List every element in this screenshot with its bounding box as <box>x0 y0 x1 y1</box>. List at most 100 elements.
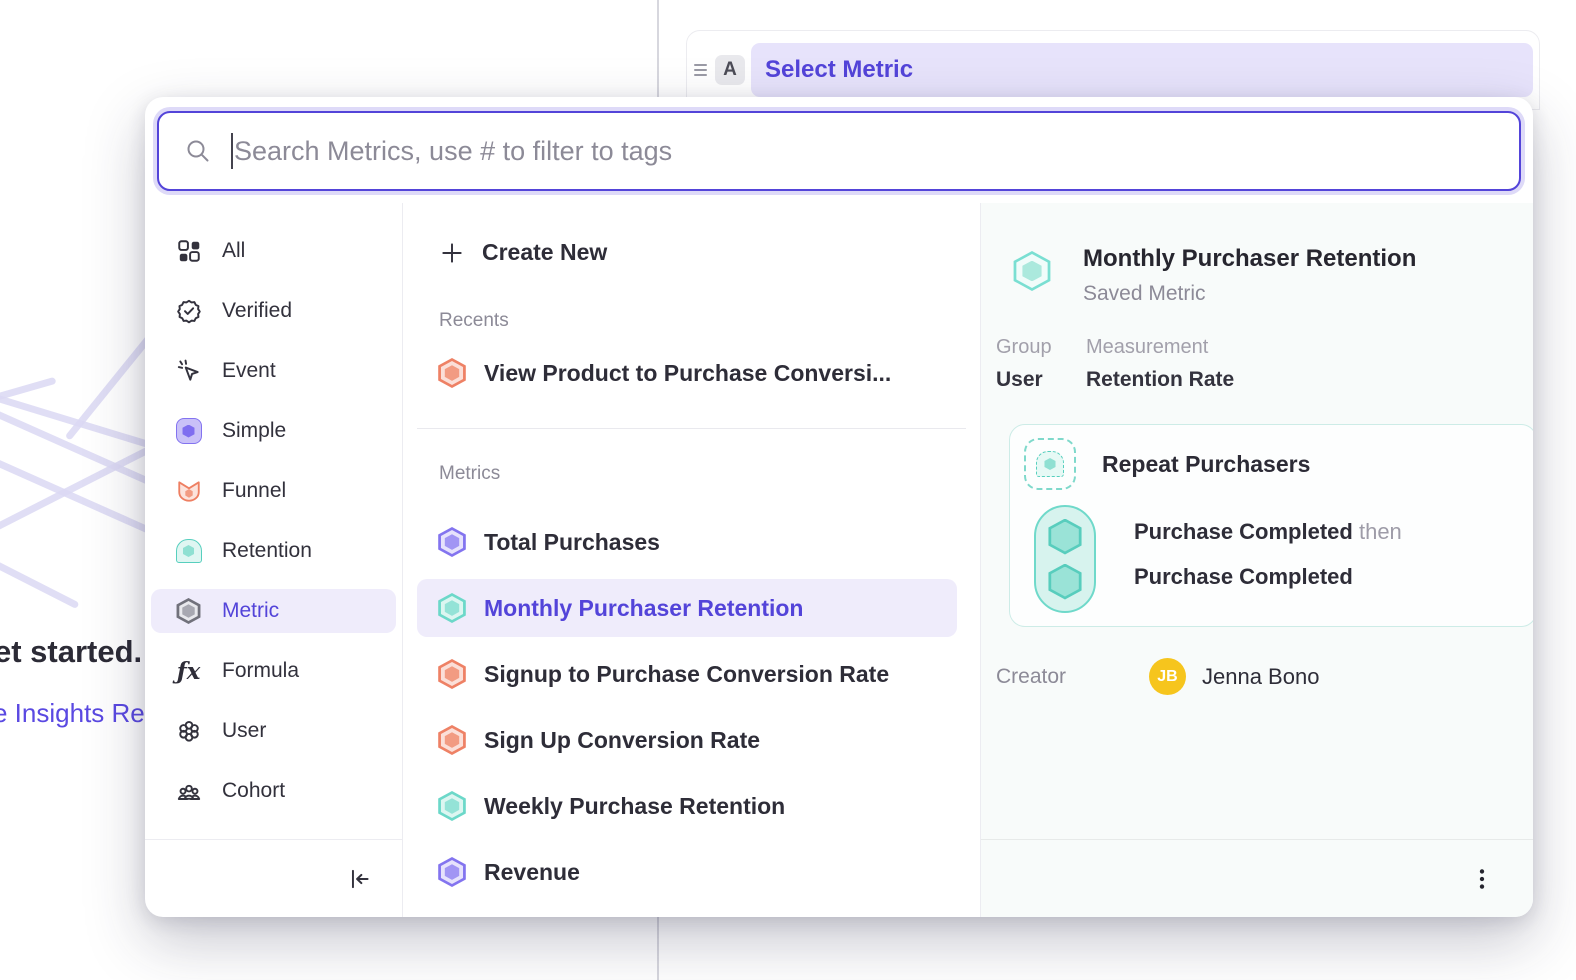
metric-item-sign-up-conversion-rate[interactable]: Sign Up Conversion Rate <box>417 711 957 769</box>
event-hexagon-icon <box>1047 564 1083 600</box>
background-heading-fragment: et started. <box>0 634 142 670</box>
group-label: Group <box>996 336 1086 359</box>
hexagon-orange-icon <box>437 659 467 689</box>
text-caret <box>231 133 233 169</box>
sidebar-item-metric[interactable]: Metric <box>151 589 396 633</box>
sidebar-item-label: Retention <box>222 539 312 563</box>
select-metric-button[interactable]: Select Metric <box>751 43 1533 97</box>
recent-metric-item[interactable]: View Product to Purchase Conversi... <box>403 358 980 388</box>
hexagon-teal-icon <box>1012 251 1052 291</box>
measurement-label: Measurement <box>1086 336 1234 359</box>
drag-handle-icon[interactable] <box>694 64 707 76</box>
sidebar-item-funnel[interactable]: Funnel <box>151 469 396 513</box>
event-cursor-icon <box>175 358 202 385</box>
event-steps-capsule <box>1034 505 1096 613</box>
metric-list: Total Purchases Monthly Purchaser Retent… <box>403 513 980 909</box>
create-new-label: Create New <box>482 239 607 266</box>
verified-badge-icon <box>175 298 202 325</box>
sidebar-item-label: Metric <box>222 599 279 623</box>
sidebar-item-simple[interactable]: Simple <box>151 409 396 453</box>
creator-label: Creator <box>996 665 1149 689</box>
metric-picker-modal: All Verified <box>145 97 1533 917</box>
detail-meta: Group User Measurement Retention Rate <box>996 336 1518 392</box>
definition-title: Repeat Purchasers <box>1102 451 1310 478</box>
step-2-event: Purchase Completed <box>1134 564 1353 589</box>
funnel-icon <box>175 478 202 505</box>
search-box[interactable] <box>157 111 1521 191</box>
metric-list-panel: Create New Recents View Product to Purch… <box>403 203 980 917</box>
user-cluster-icon <box>175 718 202 745</box>
simple-metric-icon <box>175 418 202 445</box>
group-value: User <box>996 368 1086 392</box>
metric-hexagon-icon <box>175 598 202 625</box>
sidebar-item-all[interactable]: All <box>151 229 396 273</box>
metric-item-monthly-purchaser-retention[interactable]: Monthly Purchaser Retention <box>417 579 957 637</box>
metric-item-label: Sign Up Conversion Rate <box>484 727 760 754</box>
search-area <box>145 97 1533 203</box>
metric-item-label: Weekly Purchase Retention <box>484 793 785 820</box>
metric-item-signup-to-purchase-conversion-rate[interactable]: Signup to Purchase Conversion Rate <box>417 645 957 703</box>
sidebar-footer <box>145 839 402 917</box>
retention-arch-icon <box>175 538 202 565</box>
cohort-people-icon <box>175 778 202 805</box>
detail-footer <box>981 839 1533 917</box>
recents-header: Recents <box>439 310 980 332</box>
sidebar-item-label: Simple <box>222 419 286 443</box>
series-a-badge: A <box>715 55 745 85</box>
overflow-menu-icon[interactable] <box>1469 866 1495 892</box>
collapse-sidebar-icon[interactable] <box>347 866 373 892</box>
metric-item-label: Monthly Purchaser Retention <box>484 595 803 622</box>
measurement-value: Retention Rate <box>1086 368 1234 392</box>
step-connector: then <box>1359 519 1402 544</box>
metric-item-label: Total Purchases <box>484 529 660 556</box>
metric-item-revenue[interactable]: Revenue <box>417 843 957 901</box>
metric-item-label: Revenue <box>484 859 580 886</box>
detail-header: Monthly Purchaser Retention Saved Metric <box>1012 245 1518 306</box>
detail-subtitle: Saved Metric <box>1083 282 1416 306</box>
sidebar-item-label: All <box>222 239 245 263</box>
detail-title: Monthly Purchaser Retention <box>1083 245 1416 273</box>
hexagon-orange-icon <box>437 358 467 388</box>
creator-name: Jenna Bono <box>1202 664 1319 690</box>
sidebar-item-label: Cohort <box>222 779 285 803</box>
create-new-button[interactable]: Create New <box>439 239 980 266</box>
step-1-event: Purchase Completed <box>1134 519 1353 544</box>
select-metric-label: Select Metric <box>765 56 913 84</box>
sidebar-item-user[interactable]: User <box>151 709 396 753</box>
sidebar-item-event[interactable]: Event <box>151 349 396 393</box>
event-hexagon-icon <box>1047 519 1083 555</box>
recent-metric-label: View Product to Purchase Conversi... <box>484 360 891 387</box>
sidebar-item-label: User <box>222 719 266 743</box>
metric-definition-card: Repeat Purchasers Purchase Completed the… <box>1009 424 1533 627</box>
creator-avatar: JB <box>1149 658 1186 695</box>
sidebar-item-label: Verified <box>222 299 292 323</box>
formula-fx-icon: ƒx <box>175 658 202 685</box>
sidebar-item-cohort[interactable]: Cohort <box>151 769 396 813</box>
retention-dashed-icon <box>1024 438 1076 490</box>
background-link-fragment[interactable]: e Insights Re <box>0 698 145 729</box>
grid-icon <box>175 238 202 265</box>
sidebar-item-formula[interactable]: ƒx Formula <box>151 649 396 693</box>
sidebar-item-label: Formula <box>222 659 299 683</box>
sidebar-item-label: Event <box>222 359 276 383</box>
metric-item-label: Signup to Purchase Conversion Rate <box>484 661 889 688</box>
hexagon-purple-icon <box>437 527 467 557</box>
background-chart-illustration <box>0 325 148 625</box>
search-icon <box>185 138 211 164</box>
metric-item-total-purchases[interactable]: Total Purchases <box>417 513 957 571</box>
plus-icon <box>439 240 465 266</box>
filter-sidebar: All Verified <box>145 203 403 917</box>
hexagon-teal-icon <box>437 593 467 623</box>
metric-item-weekly-purchase-retention[interactable]: Weekly Purchase Retention <box>417 777 957 835</box>
sidebar-item-verified[interactable]: Verified <box>151 289 396 333</box>
creator-row: Creator JB Jenna Bono <box>996 658 1518 695</box>
hexagon-orange-icon <box>437 725 467 755</box>
metrics-header: Metrics <box>439 463 980 485</box>
metric-detail-panel: Monthly Purchaser Retention Saved Metric… <box>980 203 1533 917</box>
hexagon-purple-icon <box>437 857 467 887</box>
hexagon-teal-icon <box>437 791 467 821</box>
section-divider <box>417 428 966 429</box>
sidebar-item-retention[interactable]: Retention <box>151 529 396 573</box>
search-input[interactable] <box>234 136 1519 167</box>
sidebar-item-label: Funnel <box>222 479 286 503</box>
